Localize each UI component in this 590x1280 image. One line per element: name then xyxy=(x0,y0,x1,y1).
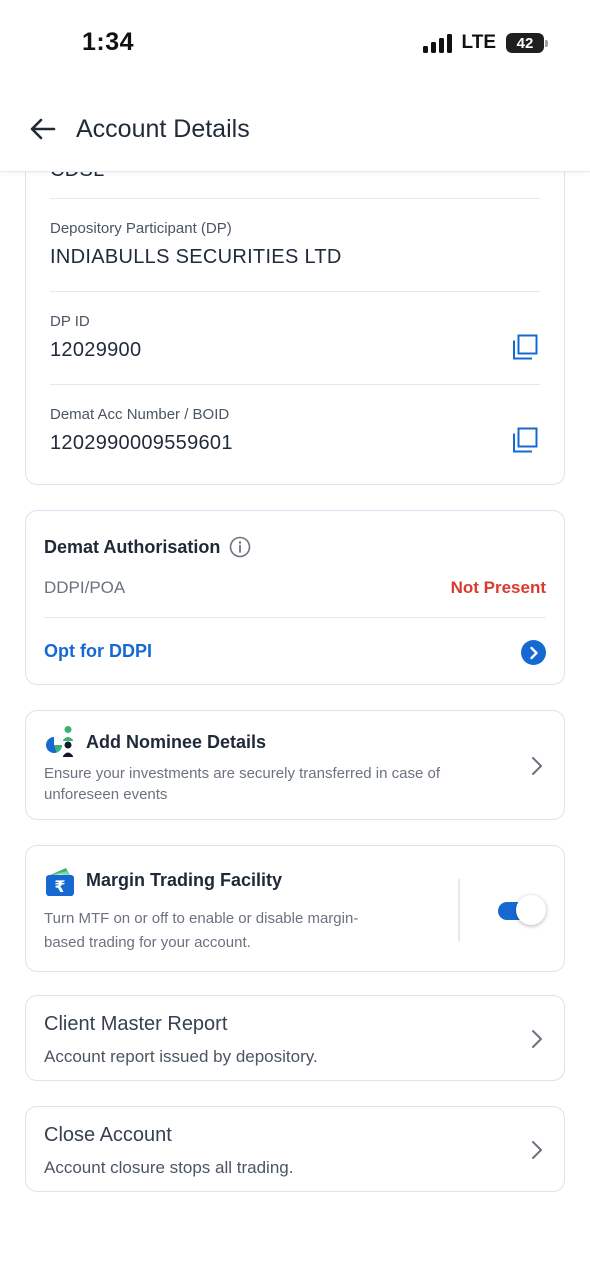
divider xyxy=(50,384,540,385)
battery-icon: 42 xyxy=(506,33,548,53)
page-title: Account Details xyxy=(76,115,250,143)
dpid-value: 12029900 xyxy=(50,339,142,361)
status-bar: 1:34 LTE 42 xyxy=(0,0,590,90)
app-header: Account Details xyxy=(0,90,590,172)
vertical-divider xyxy=(458,879,460,941)
network-type: LTE xyxy=(461,32,496,53)
dp-row: Depository Participant (DP) INDIABULLS S… xyxy=(50,220,540,269)
boid-row: Demat Acc Number / BOID 1202990009559601 xyxy=(50,406,540,455)
margin-trading-card: ₹ Margin Trading Facility Turn MTF on or… xyxy=(25,845,565,972)
auth-title-row: Demat Authorisation xyxy=(44,536,251,558)
status-time: 1:34 xyxy=(82,28,135,56)
status-indicators: LTE 42 xyxy=(422,32,548,54)
mtf-description: Turn MTF on or off to enable or disable … xyxy=(44,907,358,955)
copy-icon[interactable] xyxy=(512,334,538,360)
boid-label: Demat Acc Number / BOID xyxy=(50,406,230,423)
mtf-title: Margin Trading Facility xyxy=(86,870,283,890)
opt-ddpi-button[interactable] xyxy=(521,640,546,665)
add-nominee-card[interactable]: Add Nominee Details Ensure your investme… xyxy=(25,710,565,820)
toggle-knob xyxy=(516,895,546,925)
ddpi-status: Not Present xyxy=(450,578,546,597)
chevron-right-icon xyxy=(532,1141,542,1159)
svg-text:₹: ₹ xyxy=(54,877,65,896)
nominee-desc-line2: unforeseen events xyxy=(44,786,168,803)
account-details-card: CDSL Depository Participant (DP) INDIABU… xyxy=(25,140,565,485)
opt-ddpi-link[interactable]: Opt for DDPI xyxy=(44,641,152,662)
mtf-desc-line2: based trading for your account. xyxy=(44,934,251,951)
auth-title: Demat Authorisation xyxy=(44,536,221,557)
dp-label: Depository Participant (DP) xyxy=(50,220,232,237)
mtf-desc-line1: Turn MTF on or off to enable or disable … xyxy=(44,910,359,927)
dp-value: INDIABULLS SECURITIES LTD xyxy=(50,246,342,268)
ddpi-label: DDPI/POA xyxy=(44,578,126,597)
boid-value: 1202990009559601 xyxy=(50,432,233,454)
divider xyxy=(50,291,540,292)
battery-level: 42 xyxy=(516,34,534,52)
close-account-card[interactable]: Close Account Account closure stops all … xyxy=(25,1106,565,1192)
signal-icon xyxy=(422,33,452,53)
divider xyxy=(50,198,540,199)
close-account-description: Account closure stops all trading. xyxy=(44,1158,294,1177)
wallet-rupee-icon: ₹ xyxy=(46,868,74,896)
client-master-report-card[interactable]: Client Master Report Account report issu… xyxy=(25,995,565,1081)
chevron-right-icon xyxy=(529,646,538,659)
client-master-title: Client Master Report xyxy=(44,1013,228,1035)
divider xyxy=(44,617,546,618)
nominee-icon xyxy=(46,726,73,757)
info-icon[interactable] xyxy=(229,536,251,558)
nominee-title: Add Nominee Details xyxy=(86,732,267,752)
nominee-description: Ensure your investments are securely tra… xyxy=(44,763,440,805)
demat-authorisation-card: Demat Authorisation DDPI/POA Not Present… xyxy=(25,510,565,685)
client-master-description: Account report issued by depository. xyxy=(44,1047,318,1066)
back-arrow-icon xyxy=(30,118,56,140)
dpid-row: DP ID 12029900 xyxy=(50,313,540,362)
copy-icon[interactable] xyxy=(512,427,538,453)
close-account-title: Close Account xyxy=(44,1124,172,1146)
nominee-desc-line1: Ensure your investments are securely tra… xyxy=(44,765,441,782)
chevron-right-icon xyxy=(532,757,542,775)
back-button[interactable] xyxy=(28,114,58,144)
chevron-right-icon xyxy=(532,1030,542,1048)
dpid-label: DP ID xyxy=(50,313,90,330)
mtf-toggle[interactable] xyxy=(498,895,546,925)
